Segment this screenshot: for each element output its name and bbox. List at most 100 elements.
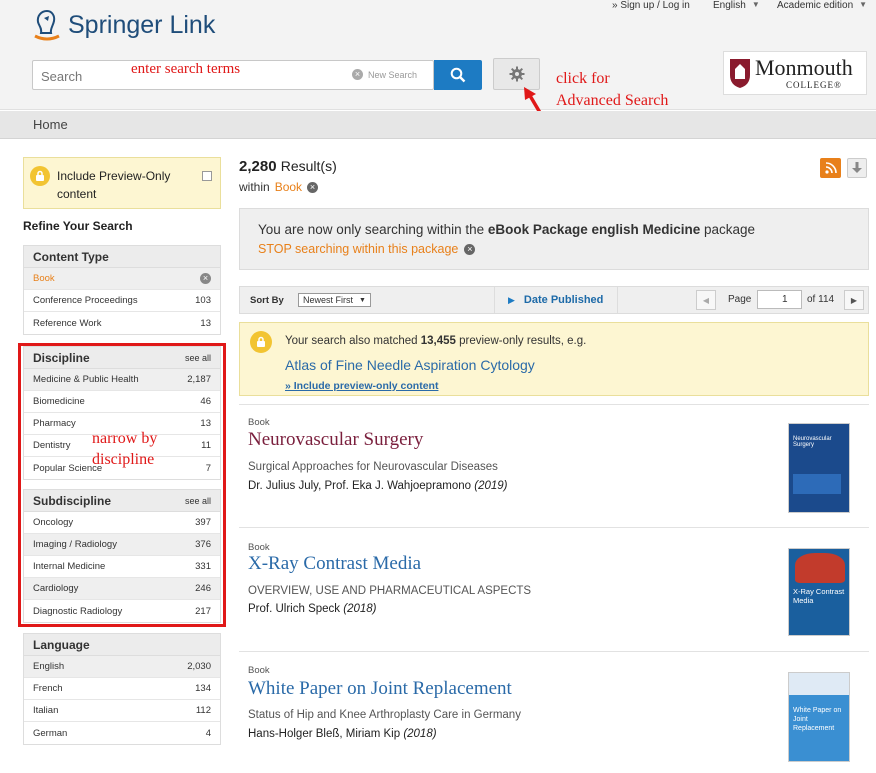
facet-item[interactable]: Italian 112: [24, 700, 220, 722]
next-page-button[interactable]: ▶: [844, 290, 864, 310]
cover-title: X-Ray Contrast Media: [793, 587, 845, 605]
results-count: 2,280 Result(s): [239, 158, 337, 175]
caret-down-icon: ▼: [359, 296, 366, 304]
preview-only-notice: Your search also matched 13,455 preview-…: [239, 322, 869, 396]
page-input[interactable]: 1: [757, 290, 802, 309]
preview-checkbox[interactable]: [202, 171, 212, 181]
language-select[interactable]: English ▼: [713, 0, 760, 11]
close-icon: ×: [464, 243, 476, 255]
facet-item[interactable]: Conference Proceedings 103: [24, 290, 220, 312]
result-title-link[interactable]: Neurovascular Surgery: [248, 429, 423, 451]
facet-content-type: Content Type Book × Conference Proceedin…: [23, 245, 221, 335]
download-button[interactable]: [847, 158, 867, 178]
annotation-advanced-line1: click for: [556, 70, 610, 87]
chevron-right-icon: ▶: [850, 295, 858, 305]
facet-item[interactable]: English 2,030: [24, 656, 220, 678]
result-authors: Hans-Holger Bleß, Miriam Kip (2018): [248, 728, 437, 740]
include-preview-link[interactable]: » Include preview-only content: [285, 380, 438, 392]
facet-content-type-title: Content Type: [24, 246, 220, 268]
lock-icon: [250, 331, 272, 353]
gear-icon: [509, 66, 524, 82]
facet-item[interactable]: French 134: [24, 678, 220, 700]
annotation-advanced-line2: Advanced Search: [556, 92, 669, 109]
cover-title: White Paper on Joint Replacement: [793, 707, 842, 732]
matched-text: Your search also matched 13,455 preview-…: [285, 335, 587, 347]
brand-logo[interactable]: Springer Link: [68, 11, 215, 40]
cover-art: [795, 553, 845, 583]
result-subtitle: Surgical Approaches for Neurovascular Di…: [248, 461, 498, 473]
within-filter: within Book ×: [239, 180, 319, 194]
edition-select[interactable]: Academic edition ▼: [777, 0, 867, 11]
institution-logo: Monmouth COLLEGE®: [723, 51, 867, 95]
result-title-link[interactable]: X-Ray Contrast Media: [248, 553, 421, 575]
play-icon: ▶: [508, 294, 515, 305]
signup-link[interactable]: » Sign up / Log in: [612, 0, 690, 11]
date-published-button[interactable]: ▶ Date Published: [494, 287, 618, 313]
institution-sub: COLLEGE®: [786, 80, 842, 90]
preview-label-line2: content: [57, 187, 97, 201]
result-type: Book: [248, 417, 270, 428]
result-authors: Dr. Julius July, Prof. Eka J. Wahjoepram…: [248, 480, 508, 492]
facet-item[interactable]: German 4: [24, 722, 220, 744]
nav-bar: [0, 111, 876, 139]
new-search-button[interactable]: × New Search: [352, 69, 417, 80]
result-subtitle: Status of Hip and Knee Arthroplasty Care…: [248, 709, 521, 721]
clear-icon: ×: [352, 69, 363, 80]
cover-art: [789, 673, 849, 695]
nav-home-link[interactable]: Home: [33, 117, 68, 132]
package-name: eBook Package english Medicine: [487, 222, 701, 237]
chevron-left-icon: ◀: [702, 295, 710, 305]
package-text: You are now only searching within the eB…: [258, 222, 756, 237]
book-cover-image[interactable]: Neurovascular Surgery: [788, 423, 850, 513]
download-icon: [852, 162, 862, 173]
search-placeholder: Search: [41, 69, 83, 84]
results-number: 2,280: [239, 158, 277, 175]
matched-number: 13,455: [420, 335, 456, 347]
search-icon: [450, 67, 466, 83]
annotation-advanced: click for Advanced Search: [556, 68, 668, 112]
sort-select[interactable]: Newest First ▼: [298, 293, 371, 307]
springer-logo-icon[interactable]: [31, 8, 63, 42]
caret-down-icon: ▼: [859, 0, 868, 9]
page-label: Page: [728, 294, 752, 305]
results-label: Result(s): [280, 158, 337, 174]
facet-language: Language English 2,030 French 134 Italian 1…: [23, 633, 221, 745]
result-title-link[interactable]: White Paper on Joint Replacement: [248, 678, 512, 700]
include-preview-toggle[interactable]: Include Preview-Only content: [23, 157, 221, 209]
book-cover-image[interactable]: X-Ray Contrast Media: [788, 548, 850, 636]
prev-page-button[interactable]: ◀: [696, 290, 716, 310]
stop-package-link[interactable]: STOP searching within this package ×: [258, 242, 476, 256]
rss-button[interactable]: [820, 158, 841, 178]
preview-label-line1: Include Preview-Only: [57, 169, 171, 183]
institution-name: Monmouth: [755, 55, 853, 80]
edition-label: Academic edition: [777, 0, 854, 11]
brand-main: Springer: [68, 11, 163, 39]
annotation-discipline: narrow by discipline: [92, 428, 157, 470]
caret-down-icon: ▼: [751, 0, 760, 9]
lock-icon: [30, 166, 50, 186]
facet-item[interactable]: Reference Work 13: [24, 312, 220, 334]
language-label: English: [713, 0, 746, 11]
remove-filter-icon[interactable]: ×: [307, 181, 319, 193]
search-button[interactable]: [434, 60, 482, 90]
page-of: of 114: [807, 294, 835, 305]
result-type: Book: [248, 542, 270, 553]
facet-language-title: Language: [24, 634, 220, 656]
facet-item-book[interactable]: Book ×: [24, 268, 220, 290]
rss-icon: [824, 162, 837, 174]
annotation-search-hint: enter search terms: [131, 61, 241, 77]
monmouth-crest-icon: [730, 59, 750, 88]
result-item: Book Neurovascular Surgery Surgical Appr…: [239, 404, 869, 527]
remove-filter-icon[interactable]: ×: [200, 273, 211, 284]
package-notice: You are now only searching within the eB…: [239, 208, 869, 270]
brand-sub: Link: [169, 11, 216, 39]
matched-title-link[interactable]: Atlas of Fine Needle Aspiration Cytology: [285, 357, 535, 373]
cover-title: Neurovascular Surgery: [793, 436, 832, 448]
results-toolbar: Sort By Newest First ▼ ▶ Date Published …: [239, 286, 869, 314]
new-search-label: New Search: [368, 69, 418, 80]
result-item: Book X-Ray Contrast Media OVERVIEW, USE …: [239, 527, 869, 651]
annotation-highlight-box: [18, 343, 226, 627]
book-cover-image[interactable]: White Paper on Joint Replacement: [788, 672, 850, 762]
result-subtitle: OVERVIEW, USE AND PHARMACEUTICAL ASPECTS: [248, 585, 532, 597]
within-value: Book: [274, 180, 303, 194]
